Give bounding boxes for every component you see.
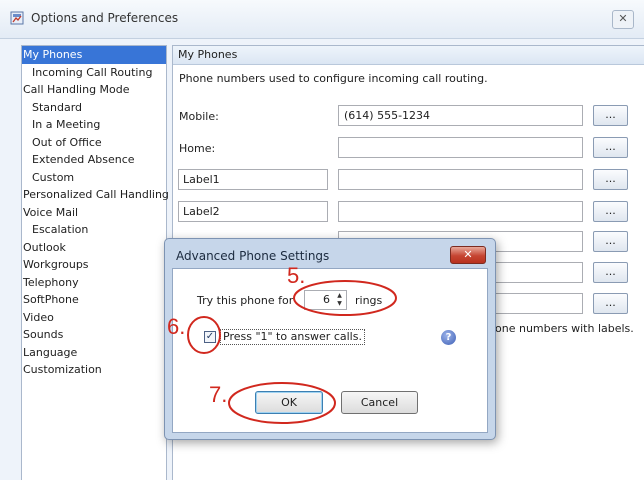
label1-browse-button[interactable]: ...	[593, 169, 628, 190]
nav-item-incoming-call-routing[interactable]: Incoming Call Routing	[22, 64, 166, 82]
nav-item-softphone[interactable]: SoftPhone	[22, 291, 166, 309]
try-phone-label: Try this phone for	[197, 294, 294, 307]
home-browse-button[interactable]: ...	[593, 137, 628, 158]
mobile-browse-button[interactable]: ...	[593, 105, 628, 126]
nav-item-voice-mail[interactable]: Voice Mail	[22, 204, 166, 222]
nav-item-outlook[interactable]: Outlook	[22, 239, 166, 257]
nav-item-escalation[interactable]: Escalation	[22, 221, 166, 239]
nav-item-sounds[interactable]: Sounds	[22, 326, 166, 344]
label1-field[interactable]: Label1	[178, 169, 328, 190]
nav-item-workgroups[interactable]: Workgroups	[22, 256, 166, 274]
nav-item-telephony[interactable]: Telephony	[22, 274, 166, 292]
label1-number-field[interactable]	[338, 169, 583, 190]
home-number-field[interactable]	[338, 137, 583, 158]
label2-browse-button[interactable]: ...	[593, 201, 628, 222]
nav-item-in-a-meeting[interactable]: In a Meeting	[22, 116, 166, 134]
rings-value: 6	[323, 293, 330, 306]
title-bar: Options and Preferences ✕	[0, 0, 644, 39]
spinner-up-icon[interactable]: ▲	[334, 292, 345, 300]
nav-item-call-handling-mode[interactable]: Call Handling Mode	[22, 81, 166, 99]
nav-item-customization[interactable]: Customization	[22, 361, 166, 379]
row6-browse-button[interactable]: ...	[593, 262, 628, 283]
nav-item-extended-absence[interactable]: Extended Absence	[22, 151, 166, 169]
label2-field[interactable]: Label2	[178, 201, 328, 222]
advanced-phone-settings-dialog: Advanced Phone Settings ✕ Try this phone…	[164, 238, 496, 440]
window-title: Options and Preferences	[31, 11, 179, 25]
mobile-number-field[interactable]: (614) 555-1234	[338, 105, 583, 126]
nav-item-video[interactable]: Video	[22, 309, 166, 327]
answer-with-1-label[interactable]: Press "1" to answer calls.	[220, 329, 365, 345]
window-close-button[interactable]: ✕	[612, 10, 634, 29]
nav-item-my-phones[interactable]: My Phones	[22, 46, 166, 64]
checkmark-icon: ✓	[205, 331, 215, 342]
answer-with-1-checkbox[interactable]: ✓	[204, 331, 216, 343]
panel-header: My Phones	[173, 46, 644, 65]
dialog-title: Advanced Phone Settings	[176, 249, 330, 263]
panel-description: Phone numbers used to configure incoming…	[179, 72, 488, 85]
rings-label: rings	[355, 294, 383, 307]
options-nav-list: My Phones Incoming Call Routing Call Handl…	[21, 45, 169, 480]
nav-item-personalized-call-handling[interactable]: Personalized Call Handling	[22, 186, 169, 204]
rings-spinner[interactable]: 6 ▲ ▼	[304, 290, 347, 310]
nav-item-language[interactable]: Language	[22, 344, 166, 362]
home-label: Home:	[179, 142, 216, 155]
close-icon: ✕	[618, 12, 628, 25]
dialog-close-button[interactable]: ✕	[450, 246, 486, 264]
row7-browse-button[interactable]: ...	[593, 293, 628, 314]
label2-number-field[interactable]	[338, 201, 583, 222]
ok-button[interactable]: OK	[255, 391, 323, 414]
help-icon[interactable]: ?	[441, 330, 456, 345]
nav-item-out-of-office[interactable]: Out of Office	[22, 134, 166, 152]
nav-item-standard[interactable]: Standard	[22, 99, 166, 117]
mobile-label: Mobile:	[179, 110, 219, 123]
panel-note-text: one numbers with labels.	[495, 322, 634, 335]
dialog-body: Try this phone for 6 ▲ ▼ rings ✓ Press "…	[172, 268, 488, 433]
spinner-down-icon[interactable]: ▼	[334, 300, 345, 308]
spinner-arrows[interactable]: ▲ ▼	[334, 292, 345, 308]
row5-browse-button[interactable]: ...	[593, 231, 628, 252]
cancel-button[interactable]: Cancel	[341, 391, 418, 414]
close-icon: ✕	[463, 248, 473, 261]
app-icon	[10, 11, 24, 25]
nav-item-custom[interactable]: Custom	[22, 169, 166, 187]
